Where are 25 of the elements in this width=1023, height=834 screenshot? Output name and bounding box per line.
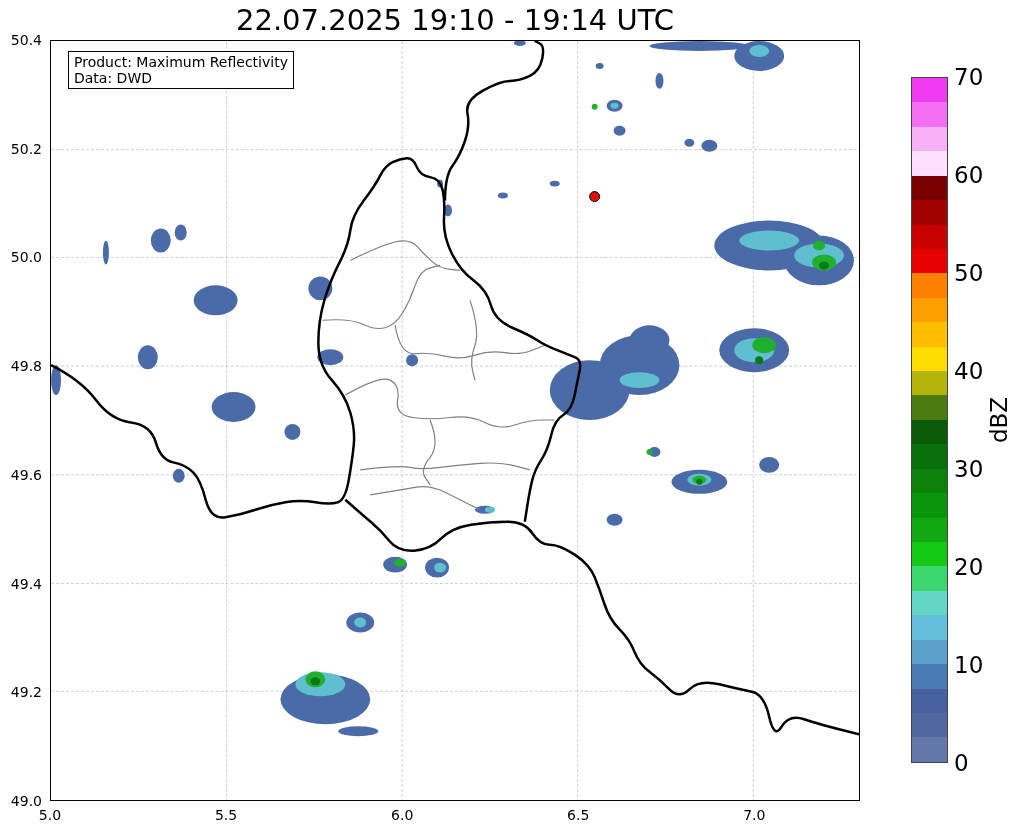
y-tick-label: 49.0	[10, 793, 42, 809]
x-tick-label: 7.0	[743, 807, 766, 823]
chart-title: 22.07.2025 19:10 - 19:14 UTC	[236, 2, 674, 38]
y-tick-label: 50.0	[10, 249, 42, 266]
colorbar-tick-label: 30	[954, 456, 984, 482]
y-tick-label: 50.4	[10, 32, 42, 48]
x-tick-label: 6.0	[391, 807, 414, 823]
x-tick-label: 5.0	[38, 807, 62, 823]
y-tick-label: 50.2	[10, 140, 42, 157]
x-tick-label: 5.5	[214, 807, 238, 823]
colorbar-tick-label: 70	[954, 64, 984, 90]
y-tick-label: 49.8	[10, 358, 42, 375]
colorbar-tick-label: 40	[954, 358, 984, 384]
colorbar-tick-label: 60	[954, 162, 984, 188]
colorbar-tick-label: 50	[954, 260, 984, 286]
colorbar-tick-label: 0	[954, 750, 969, 776]
colorbar-tick-label: 10	[954, 652, 984, 678]
y-tick-label: 49.6	[10, 466, 42, 483]
colorbar-tick-label: 20	[954, 554, 984, 580]
info-text: Data: DWD	[74, 70, 153, 86]
info-text: Product: Maximum Reflectivity	[74, 54, 288, 70]
y-tick-label: 49.2	[10, 684, 42, 701]
x-tick-label: 6.5	[567, 807, 590, 823]
y-tick-label: 49.4	[10, 575, 42, 592]
colorbar-label: dBZ	[986, 396, 1013, 444]
